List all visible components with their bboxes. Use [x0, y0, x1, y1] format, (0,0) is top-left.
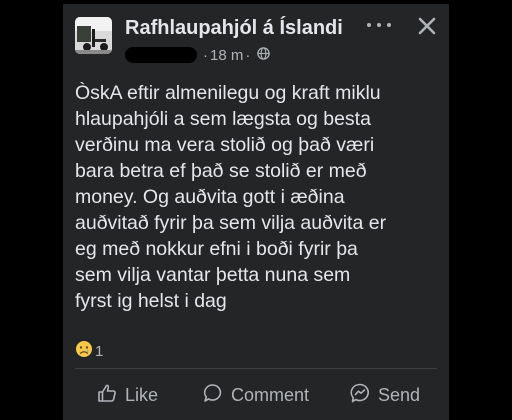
- comment-bubble-icon: [202, 382, 231, 409]
- post-body: ÒskA eftir almenilegu og kraft miklu hla…: [75, 80, 435, 314]
- meta-separator: ·: [203, 46, 208, 64]
- post-card: Rafhlaupahjól á Íslandi · 18 m · ÒskA ef…: [63, 4, 449, 420]
- thumbs-up-icon: [96, 382, 125, 409]
- meta-separator-2: ·: [245, 46, 251, 64]
- post-text-line: money. Og auðvita gott i æðina: [75, 186, 345, 208]
- post-meta: · 18 m ·: [125, 46, 271, 64]
- messenger-icon: [349, 382, 378, 409]
- actions-divider: [75, 368, 437, 369]
- sad-face-icon: [75, 340, 93, 362]
- post-text-line: bara betra ef það se stolið er með: [75, 160, 367, 182]
- close-icon[interactable]: [415, 14, 439, 38]
- post-text-line: ÒskA eftir almenilegu og kraft miklu: [75, 82, 381, 104]
- more-options-icon[interactable]: [367, 18, 391, 32]
- send-button[interactable]: Send: [349, 376, 420, 414]
- comment-button[interactable]: Comment: [202, 376, 309, 414]
- reaction-count: 1: [95, 342, 104, 360]
- post-text-line: hlaupahjóli a sem lægsta og besta: [75, 108, 371, 130]
- send-label: Send: [378, 384, 421, 405]
- post-text-line: sem vilja vantar þetta nuna sem: [75, 264, 351, 286]
- post-text-line: eg með nokkur efni i boði fyrir þa: [75, 238, 358, 260]
- post-text-line: verðinu ma vera stolið og það væri: [75, 134, 375, 156]
- like-label: Like: [125, 384, 159, 405]
- screenshot-frame: Rafhlaupahjól á Íslandi · 18 m · ÒskA ef…: [0, 0, 512, 420]
- post-actions-bar: Like Comment Send: [63, 376, 449, 414]
- comment-label: Comment: [231, 384, 310, 405]
- group-name[interactable]: Rafhlaupahjól á Íslandi: [125, 17, 343, 40]
- like-button[interactable]: Like: [96, 376, 158, 414]
- globe-icon: [257, 46, 271, 64]
- redacted-author-name: [125, 47, 197, 63]
- group-avatar-image: [75, 17, 112, 54]
- post-text-line: fyrst ig helst i dag: [75, 290, 227, 312]
- reaction-summary[interactable]: 1: [75, 340, 103, 362]
- post-timestamp[interactable]: 18 m: [210, 47, 243, 64]
- group-avatar[interactable]: [75, 17, 112, 54]
- post-text-line: auðvitað fyrir þa sem vilja auðvita er: [75, 212, 387, 234]
